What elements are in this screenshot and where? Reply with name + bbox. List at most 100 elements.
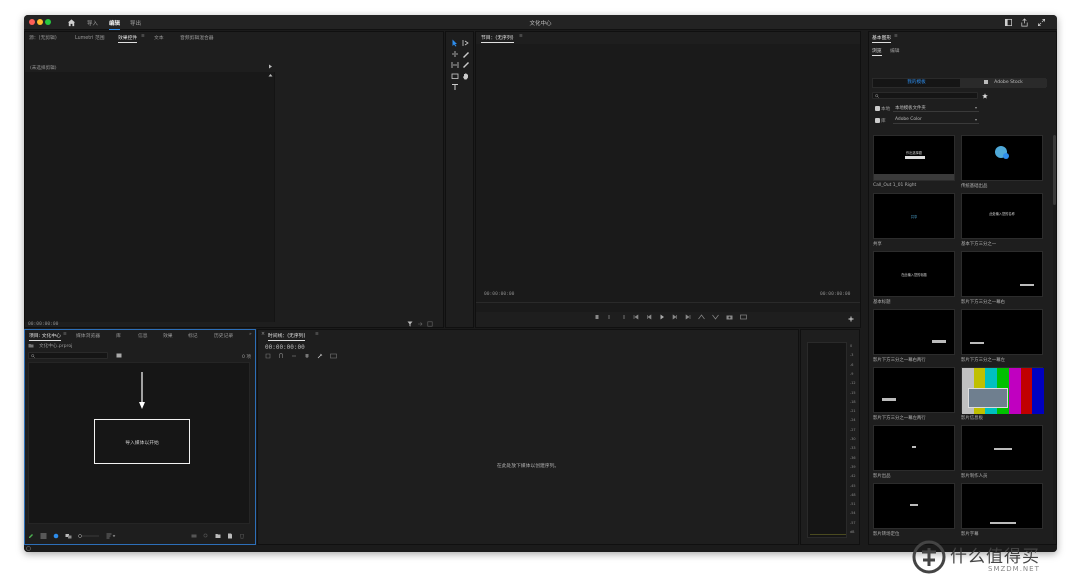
more-tabs-icon[interactable]: » xyxy=(249,332,252,337)
template-thumbnail[interactable] xyxy=(873,483,955,529)
tab-essential-graphics[interactable]: 基本图形 xyxy=(872,34,892,43)
menu-icon[interactable]: ≡ xyxy=(141,34,145,39)
scroll-up-icon[interactable] xyxy=(268,73,273,78)
trash-icon[interactable] xyxy=(239,533,245,539)
template-thumbnail[interactable] xyxy=(961,135,1043,181)
graphics-search-input[interactable] xyxy=(872,92,978,99)
star-icon[interactable] xyxy=(982,93,988,99)
play-icon[interactable] xyxy=(659,314,665,320)
template-thumbnail[interactable]: 在此输入您的标题 xyxy=(873,251,955,297)
play-triangle-icon[interactable] xyxy=(268,64,273,69)
sort-icon[interactable] xyxy=(106,533,116,539)
button-editor-plus-icon[interactable] xyxy=(848,316,854,322)
tab-libraries[interactable]: 库 xyxy=(116,332,121,339)
pen-tool-icon[interactable] xyxy=(462,61,470,69)
step-forward-icon[interactable] xyxy=(672,314,678,320)
menu-icon[interactable]: ≡ xyxy=(63,332,67,337)
close-tab-icon[interactable]: × xyxy=(261,332,265,337)
tab-edit[interactable]: 编辑 xyxy=(890,47,900,54)
import-media-box[interactable]: 导入媒体以开始 xyxy=(94,419,190,464)
tab-browse[interactable]: 浏览 xyxy=(872,47,882,56)
tab-project[interactable]: 项目: 文化中心 xyxy=(29,332,61,341)
wrench-icon[interactable] xyxy=(317,353,323,359)
share-icon[interactable] xyxy=(1020,18,1029,27)
library-dropdown[interactable]: Adobe Color ▾ xyxy=(893,117,979,124)
template-thumbnail[interactable] xyxy=(961,367,1045,414)
panel-layout-icon[interactable] xyxy=(1004,18,1013,27)
snap-icon[interactable] xyxy=(278,353,284,359)
tab-markers[interactable]: 标记 xyxy=(188,332,198,339)
tab-media-browser[interactable]: 媒体浏览器 xyxy=(76,332,100,339)
status-icon[interactable] xyxy=(26,546,31,551)
new-bin-icon[interactable] xyxy=(215,533,221,539)
menu-icon[interactable]: ≡ xyxy=(894,34,898,39)
lift-icon[interactable] xyxy=(698,314,705,320)
template-thumbnail[interactable] xyxy=(961,483,1043,529)
template-thumbnail[interactable]: 共享 xyxy=(873,193,955,239)
new-item-icon[interactable] xyxy=(227,533,233,539)
selection-tool-icon[interactable] xyxy=(451,39,459,47)
slip-tool-icon[interactable] xyxy=(451,61,459,69)
source-adobe-stock[interactable]: Adobe Stock xyxy=(960,79,1047,87)
template-thumbnail[interactable] xyxy=(961,425,1043,471)
camera-icon[interactable] xyxy=(726,314,733,320)
add-marker-icon[interactable] xyxy=(594,314,600,320)
hand-tool-icon[interactable] xyxy=(462,72,470,80)
freeform-view-icon[interactable] xyxy=(65,533,72,539)
template-thumbnail[interactable] xyxy=(961,251,1043,297)
template-thumbnail[interactable] xyxy=(873,309,955,355)
filter-icon[interactable] xyxy=(407,321,413,327)
tab-audio-clip-mixer[interactable]: 音频剪辑混合器 xyxy=(180,34,214,41)
menu-icon[interactable]: ≡ xyxy=(519,34,523,39)
extract-icon[interactable] xyxy=(712,314,719,320)
pencil-icon[interactable] xyxy=(28,533,34,539)
compare-view-icon[interactable] xyxy=(740,314,747,320)
local-folder-dropdown[interactable]: 本地模板文件夹 ▾ xyxy=(893,105,979,112)
menu-icon[interactable]: ≡ xyxy=(315,332,319,337)
template-thumbnail[interactable] xyxy=(961,309,1043,355)
tab-info[interactable]: 信息 xyxy=(138,332,148,339)
template-thumbnail[interactable] xyxy=(873,425,955,471)
tab-source[interactable]: 源：(无剪辑) xyxy=(29,34,57,41)
project-drop-area[interactable]: 导入媒体以开始 xyxy=(28,362,250,524)
scrollbar-thumb[interactable] xyxy=(1053,135,1056,205)
type-tool-icon[interactable] xyxy=(451,83,459,91)
project-search-input[interactable] xyxy=(28,352,108,359)
program-video-area[interactable] xyxy=(476,44,860,312)
tab-text[interactable]: 文本 xyxy=(154,34,164,41)
template-thumbnail[interactable]: 作出选择题 xyxy=(873,135,955,181)
tab-timeline[interactable]: 时间线：(无序列) xyxy=(268,332,306,341)
settings-icon[interactable] xyxy=(427,321,433,327)
program-scrubber[interactable] xyxy=(476,302,860,303)
templates-scrollbar[interactable] xyxy=(1053,135,1056,540)
fullscreen-icon[interactable] xyxy=(1037,18,1046,27)
find-icon[interactable] xyxy=(203,533,209,539)
source-my-templates[interactable]: 我的模板 xyxy=(873,79,960,87)
export-frame-icon[interactable] xyxy=(417,321,423,327)
track-select-tool-icon[interactable] xyxy=(462,39,470,47)
rectangle-tool-icon[interactable] xyxy=(451,72,459,80)
linked-selection-icon[interactable] xyxy=(291,353,297,359)
timeline-timecode[interactable]: 00:00:00:00 xyxy=(265,344,305,351)
razor-tool-icon[interactable] xyxy=(462,50,470,58)
template-thumbnail[interactable]: 此处输入您的名称 xyxy=(961,193,1043,239)
tab-effects[interactable]: 效果 xyxy=(163,332,173,339)
ripple-edit-tool-icon[interactable] xyxy=(451,50,459,58)
tab-history[interactable]: 历史记录 xyxy=(214,332,233,339)
tab-program[interactable]: 节目：(无序列) xyxy=(481,34,514,43)
icon-view-icon[interactable] xyxy=(53,533,59,539)
list-view-icon[interactable] xyxy=(40,533,47,539)
tab-lumetri-scopes[interactable]: Lumetri 范围 xyxy=(75,34,105,41)
library-checkbox[interactable] xyxy=(875,118,880,123)
zoom-slider[interactable] xyxy=(78,533,100,539)
automate-to-sequence-icon[interactable] xyxy=(191,533,197,539)
new-bin-from-search-icon[interactable] xyxy=(116,353,122,358)
tab-effect-controls[interactable]: 效果控件 xyxy=(118,34,138,43)
captions-icon[interactable] xyxy=(330,353,337,359)
mark-in-icon[interactable] xyxy=(607,314,613,320)
go-to-in-icon[interactable] xyxy=(633,314,639,320)
step-back-icon[interactable] xyxy=(646,314,652,320)
mark-out-icon[interactable] xyxy=(620,314,626,320)
template-thumbnail[interactable] xyxy=(873,367,955,413)
add-marker-icon[interactable] xyxy=(304,353,310,359)
